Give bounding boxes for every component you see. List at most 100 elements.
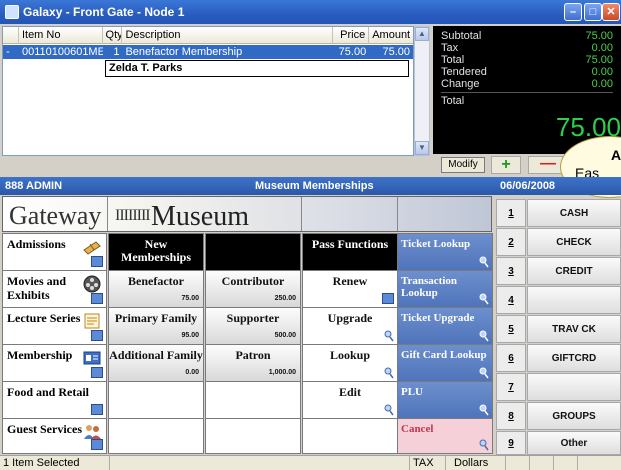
minimize-button[interactable]: –	[564, 3, 582, 21]
patron-button[interactable]: Patron 1,000.00	[205, 344, 301, 382]
banner-divider	[301, 197, 302, 231]
info-icon	[91, 367, 103, 378]
button-label: Lookup	[329, 348, 371, 362]
tender-key-2[interactable]: 2	[496, 228, 526, 256]
maximize-button[interactable]: □	[584, 3, 602, 21]
row-qty: 1	[113, 46, 120, 58]
category-label: Lecture Series	[7, 311, 81, 325]
notepad-icon	[84, 313, 100, 329]
category-membership[interactable]: Membership	[2, 344, 107, 382]
empty-button[interactable]	[302, 418, 398, 454]
trav-ck-button[interactable]: TRAV CK	[527, 315, 621, 343]
item-grid[interactable]: Item No Qty Description Price Amount - 0…	[2, 26, 414, 156]
totals-value: 0.00	[591, 66, 613, 78]
magnifier-icon	[479, 404, 489, 416]
totals-value: 75.00	[585, 54, 613, 66]
new-memberships-button[interactable]: New Memberships	[108, 233, 204, 271]
credit-button[interactable]: CREDIT	[527, 257, 621, 285]
pos-window: Galaxy - Front Gate - Node 1 – □ ✕ Item …	[0, 0, 621, 470]
button-label: Supporter	[226, 311, 280, 325]
col-description[interactable]: Description	[122, 27, 334, 44]
tender-key-6[interactable]: 6	[496, 344, 526, 372]
button-label: Primary Family	[114, 311, 198, 325]
price-label: 0.00	[185, 369, 199, 376]
totals-label: Change	[441, 78, 480, 90]
price-label: 75.00	[181, 295, 199, 302]
tender-key-3[interactable]: 3	[496, 257, 526, 285]
tender-key-4[interactable]: 4	[496, 286, 526, 314]
groups-button[interactable]: GROUPS	[527, 402, 621, 430]
button-label: New Memberships	[121, 237, 191, 264]
other-button[interactable]: Other	[527, 431, 621, 455]
col-item-no[interactable]: Item No	[19, 27, 103, 44]
price-label: 95.00	[181, 332, 199, 339]
cancel-button[interactable]: Cancel	[397, 418, 493, 454]
lookup-button[interactable]: Lookup	[302, 344, 398, 382]
edit-button[interactable]: Edit	[302, 381, 398, 419]
upgrade-button[interactable]: Upgrade	[302, 307, 398, 345]
tender-key-8[interactable]: 8	[496, 402, 526, 430]
magnifier-icon	[384, 404, 394, 416]
col-price[interactable]: Price	[333, 27, 370, 44]
info-icon	[91, 439, 103, 450]
contributor-button[interactable]: Contributor 250.00	[205, 270, 301, 308]
category-lecture-series[interactable]: Lecture Series	[2, 307, 107, 345]
ticket-upgrade-button[interactable]: Ticket Upgrade	[397, 307, 493, 345]
grid-header-marker	[3, 27, 19, 44]
button-label: Contributor	[221, 274, 285, 288]
category-label: Admissions	[7, 237, 66, 251]
primary-family-button[interactable]: Primary Family 95.00	[108, 307, 204, 345]
button-label: Patron	[235, 348, 271, 362]
totals-total-label-row: Total	[441, 92, 613, 107]
magnifier-icon	[479, 439, 489, 451]
tender-key-1[interactable]: 1	[496, 199, 526, 227]
grid-scrollbar[interactable]: ▲ ▼	[414, 26, 430, 156]
empty-button[interactable]	[205, 418, 301, 454]
col-amount[interactable]: Amount	[369, 27, 413, 44]
scroll-down-icon[interactable]: ▼	[415, 141, 429, 155]
gift-card-lookup-button[interactable]: Gift Card Lookup	[397, 344, 493, 382]
empty-button[interactable]	[108, 381, 204, 419]
table-row[interactable]: - 00110100601ME 1 Benefactor Membership …	[3, 45, 413, 59]
tender-empty-button[interactable]	[527, 373, 621, 401]
totals-label: Subtotal	[441, 30, 482, 42]
category-movies-exhibits[interactable]: Movies and Exhibits	[2, 270, 107, 308]
tender-key-7[interactable]: 7	[496, 373, 526, 401]
additional-family-button[interactable]: Additional Family 0.00	[108, 344, 204, 382]
cash-button[interactable]: CASH	[527, 199, 621, 227]
button-label: Renew	[332, 274, 368, 288]
close-button[interactable]: ✕	[602, 3, 620, 21]
price-label: 1,000.00	[268, 369, 296, 376]
empty-button[interactable]	[108, 418, 204, 454]
pass-functions-button[interactable]: Pass Functions	[302, 233, 398, 271]
supporter-button[interactable]: Supporter 500.00	[205, 307, 301, 345]
tender-key-5[interactable]: 5	[496, 315, 526, 343]
check-button[interactable]: CHECK	[527, 228, 621, 256]
scroll-up-icon[interactable]: ▲	[415, 27, 429, 41]
status-bar: 1 Item Selected TAX Dollars	[0, 455, 621, 470]
empty-button[interactable]	[205, 381, 301, 419]
plus-button[interactable]: +	[491, 156, 521, 174]
blank-button[interactable]	[205, 233, 301, 271]
category-food-retail[interactable]: Food and Retail	[2, 381, 107, 419]
col-qty[interactable]: Qty	[103, 27, 123, 44]
giftcrd-button[interactable]: GIFTCRD	[527, 344, 621, 372]
transaction-lookup-button[interactable]: Transaction Lookup	[397, 270, 493, 308]
operator-label: 888 ADMIN	[5, 180, 63, 192]
status-blank	[530, 456, 554, 470]
benefactor-button[interactable]: Benefactor 75.00	[108, 270, 204, 308]
status-currency: Dollars	[446, 456, 506, 470]
button-label: Transaction Lookup	[401, 275, 458, 299]
price-label: 500.00	[274, 332, 296, 339]
modify-button[interactable]: Modify	[441, 157, 485, 173]
category-admissions[interactable]: Admissions	[2, 233, 107, 271]
tender-key-9[interactable]: 9	[496, 431, 526, 455]
renew-button[interactable]: Renew	[302, 270, 398, 308]
button-label: Edit	[338, 385, 361, 399]
category-guest-services[interactable]: Guest Services	[2, 418, 107, 454]
ticket-lookup-button[interactable]: Ticket Lookup	[397, 233, 493, 271]
tender-empty-button[interactable]	[527, 286, 621, 314]
plu-button[interactable]: PLU	[397, 381, 493, 419]
magnifier-icon	[479, 367, 489, 379]
totals-tax: Tax 0.00	[441, 42, 613, 54]
